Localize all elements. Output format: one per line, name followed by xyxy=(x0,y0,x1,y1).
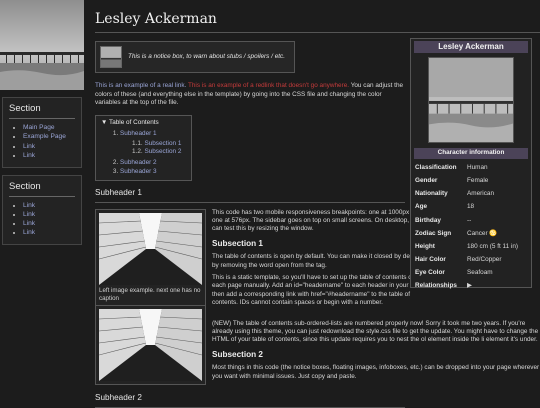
infobox-row: Height 180 cm (5 ft 11 in) xyxy=(415,242,519,250)
sidebar-link[interactable]: Link xyxy=(23,228,75,237)
paragraph: Most things in this code (the notice box… xyxy=(212,364,540,380)
paragraph: This code has two mobile responsiveness … xyxy=(212,208,422,233)
red-link[interactable]: This is an example of a redlink that doe… xyxy=(188,82,349,89)
sidebar-link[interactable]: Link xyxy=(23,219,75,228)
infobox-section-header: Character information xyxy=(414,148,528,159)
infobox-row: Nationality American xyxy=(415,190,494,198)
subheader-1: Subheader 1 xyxy=(95,188,405,203)
expand-arrow-icon: ▶ xyxy=(467,282,472,290)
notice-text: This is a notice box, to warn about stub… xyxy=(128,53,286,61)
infobox-row: Eye Color Seafoam xyxy=(415,268,493,276)
toc-subitem[interactable]: 1.2. Subsection 2 xyxy=(132,148,186,156)
building-image xyxy=(99,308,202,381)
character-infobox: Lesley Ackerman Character information Cl… xyxy=(410,38,532,289)
toc-subitem[interactable]: 1.1. Subsection 1 xyxy=(132,140,186,148)
sidebar-link[interactable]: Link xyxy=(23,210,75,219)
subsection-2-heading: Subsection 2 xyxy=(212,349,263,359)
infobox-row: Hair Color Red/Copper xyxy=(415,255,502,263)
text-column-wide: (NEW) The table of contents sub-ordered-… xyxy=(212,320,540,385)
infobox-row: Classification Human xyxy=(415,164,488,172)
sidebar-link[interactable]: Link xyxy=(23,201,75,210)
infobox-row: Age 18 xyxy=(415,203,475,211)
sidebar-link[interactable]: Link xyxy=(23,151,75,160)
toc-toggle[interactable]: ▼ Table of Contents xyxy=(101,119,186,127)
toc-item[interactable]: Subheader 2 xyxy=(120,159,186,167)
toc-item[interactable]: Subheader 3 xyxy=(120,168,186,176)
sidebar-section-title: Section xyxy=(9,181,75,198)
left-image-figure-2 xyxy=(95,304,206,385)
infobox-pier-image xyxy=(428,57,514,144)
table-of-contents: ▼ Table of Contents Subheader 1 1.1. Sub… xyxy=(95,115,192,182)
sidebar-section-title: Section xyxy=(9,103,75,120)
subheader-2: Subheader 2 xyxy=(95,393,405,408)
notice-box: This is a notice box, to warn about stub… xyxy=(95,41,295,74)
paragraph: (NEW) The table of contents sub-ordered-… xyxy=(212,319,539,344)
sidebar-section-1: Section Main Page Example Page Link Link xyxy=(2,97,82,168)
left-image-figure: Left image example. next one has no capt… xyxy=(95,208,206,307)
notice-thumbnail-image xyxy=(100,46,122,69)
sidebar-link[interactable]: Link xyxy=(23,142,75,151)
main-content: Lesley Ackerman This is a notice box, to… xyxy=(95,10,540,385)
page-title: Lesley Ackerman xyxy=(95,10,540,34)
intro-paragraph: This is an example of a real link. This … xyxy=(95,82,405,107)
infobox-row-relationships[interactable]: Relationships ▶ xyxy=(414,280,528,293)
building-image xyxy=(99,212,202,285)
header-pier-image xyxy=(0,0,84,90)
infobox-row: Zodiac Sign Cancer ♋ xyxy=(415,229,498,237)
sidebar: Section Main Page Example Page Link Link… xyxy=(0,0,84,405)
paragraph: The table of contents is open by default… xyxy=(212,253,422,269)
infobox-row: Birthday -- xyxy=(415,216,472,224)
subsection-1-heading: Subsection 1 xyxy=(212,238,263,248)
text-column: This code has two mobile responsiveness … xyxy=(212,209,426,312)
toc-item[interactable]: Subheader 1 1.1. Subsection 1 1.2. Subse… xyxy=(120,130,186,157)
figure-caption: Left image example. next one has no capt… xyxy=(99,286,201,302)
infobox-title: Lesley Ackerman xyxy=(414,41,528,54)
infobox-row: Gender Female xyxy=(415,177,489,185)
sidebar-link-main-page[interactable]: Main Page xyxy=(23,123,75,132)
paragraph: This is a static template, so you'll hav… xyxy=(212,274,426,307)
sidebar-section-2: Section Link Link Link Link xyxy=(2,174,82,246)
infobox-table: Classification Human Gender Female Nationa… xyxy=(414,162,528,293)
real-link[interactable]: This is an example of a real link. xyxy=(95,82,186,89)
sidebar-link-example-page[interactable]: Example Page xyxy=(23,132,75,141)
